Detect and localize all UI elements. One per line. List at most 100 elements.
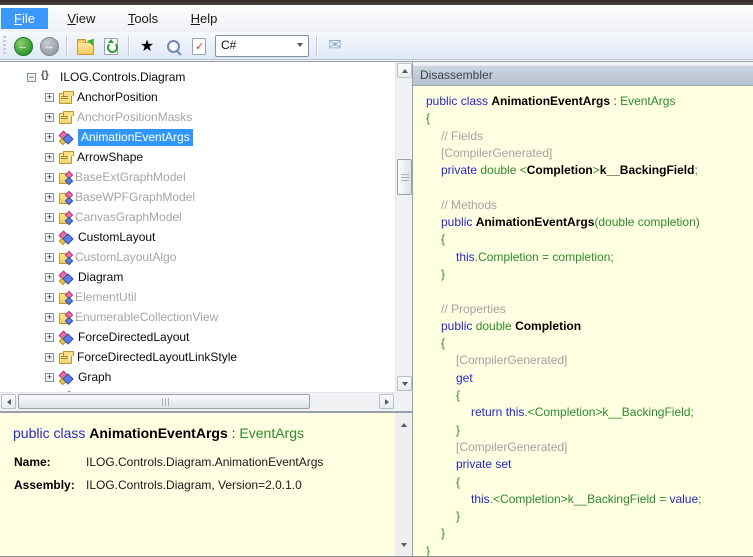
menu-item-tools[interactable]: Tools xyxy=(115,8,171,29)
scroll-right-button[interactable] xyxy=(379,394,394,409)
class-icon xyxy=(59,371,73,384)
code-token: AnimationEventArgs xyxy=(491,94,610,108)
scroll-up-button[interactable] xyxy=(397,63,412,78)
toolbar-grip-handle[interactable] xyxy=(3,36,6,55)
class-icon xyxy=(59,331,73,344)
tree-item-BaseExtGraphModel[interactable]: BaseExtGraphModel xyxy=(0,167,395,187)
tree-item-BaseWPFGraphModel[interactable]: BaseWPFGraphModel xyxy=(0,187,395,207)
refresh-button[interactable] xyxy=(99,34,123,58)
code-token: } xyxy=(441,526,445,540)
tree-item-Graph[interactable]: Graph xyxy=(0,367,395,387)
expander-plus-icon[interactable] xyxy=(45,113,54,122)
expander-plus-icon[interactable] xyxy=(45,353,54,362)
expander-plus-icon[interactable] xyxy=(45,93,54,102)
tree-vertical-scrollbar[interactable] xyxy=(395,62,412,392)
tree-item-CustomLayout[interactable]: CustomLayout xyxy=(0,227,395,247)
tree-item-ILOG.Controls.Diagram[interactable]: ILOG.Controls.Diagram xyxy=(0,67,395,87)
tree-item-CustomLayoutAlgo[interactable]: CustomLayoutAlgo xyxy=(0,247,395,267)
tree-item-AnchorPosition[interactable]: AnchorPosition xyxy=(0,87,395,107)
class-icon xyxy=(59,271,73,284)
code-token: { xyxy=(456,388,460,402)
scroll-left-button[interactable] xyxy=(1,394,16,409)
expander-plus-icon[interactable] xyxy=(45,213,54,222)
code-token: public class xyxy=(13,425,89,441)
code-line: } xyxy=(426,543,753,556)
tree-vscrollbar-thumb[interactable] xyxy=(397,159,412,195)
code-token: .Completion = completion; xyxy=(475,250,614,264)
enum-icon xyxy=(59,153,72,164)
details-vertical-scrollbar[interactable] xyxy=(395,413,412,556)
expander-plus-icon[interactable] xyxy=(45,373,54,382)
scroll-down-button[interactable] xyxy=(397,376,412,391)
details-scroll-down-button[interactable] xyxy=(396,537,411,552)
menu-item-view[interactable]: View xyxy=(54,8,108,29)
class-internal-icon xyxy=(59,253,70,264)
code-line: // Methods xyxy=(426,197,753,214)
code-token: private set xyxy=(456,457,511,471)
menu-item-tools-label: Tools xyxy=(128,8,158,29)
open-icon xyxy=(77,42,94,55)
code-line: { xyxy=(426,335,753,352)
code-token: > xyxy=(593,163,600,177)
code-token: { xyxy=(441,232,445,246)
code-token: private xyxy=(441,163,480,177)
details-scroll-up-button[interactable] xyxy=(396,417,411,432)
tree-item-label: CanvasGraphModel xyxy=(75,210,182,224)
class-icon xyxy=(59,231,73,244)
expander-plus-icon[interactable] xyxy=(45,293,54,302)
expander-plus-icon[interactable] xyxy=(45,173,54,182)
expander-plus-icon[interactable] xyxy=(45,133,54,142)
tree-item-label: CustomLayoutAlgo xyxy=(75,250,176,264)
tree-item-CanvasGraphModel[interactable]: CanvasGraphModel xyxy=(0,207,395,227)
tree-item-AnchorPositionMasks[interactable]: AnchorPositionMasks xyxy=(0,107,395,127)
search-button[interactable] xyxy=(161,34,185,58)
menu-item-help[interactable]: Help xyxy=(178,8,231,29)
code-view: public class AnimationEventArgs : EventA… xyxy=(413,86,753,556)
tree-item-Diagram[interactable]: Diagram xyxy=(0,267,395,287)
name-label: Name: xyxy=(14,451,86,474)
favorites-button[interactable]: ★ xyxy=(135,34,159,58)
tree-item-ArrowShape[interactable]: ArrowShape xyxy=(0,147,395,167)
open-assembly-button[interactable] xyxy=(73,34,97,58)
tree-item-label: ElementUtil xyxy=(75,290,136,304)
code-token: k__BackingField xyxy=(600,163,695,177)
expander-plus-icon[interactable] xyxy=(45,153,54,162)
expander-minus-icon[interactable] xyxy=(27,73,36,82)
expander-plus-icon[interactable] xyxy=(45,253,54,262)
forward-button[interactable]: → xyxy=(37,34,61,58)
code-line: } xyxy=(426,422,753,439)
expander-plus-icon[interactable] xyxy=(45,273,54,282)
assembly-value: ILOG.Controls.Diagram, Version=2.0.1.0 xyxy=(86,474,302,497)
tree-item-ForceDirectedLayout[interactable]: ForceDirectedLayout xyxy=(0,327,395,347)
code-line: [CompilerGenerated] xyxy=(426,352,753,369)
toolbar-separator xyxy=(316,36,318,56)
verify-button[interactable] xyxy=(187,34,211,58)
language-select[interactable]: C# xyxy=(215,35,309,57)
expander-plus-icon[interactable] xyxy=(45,233,54,242)
type-signature: public class AnimationEventArgs : EventA… xyxy=(0,413,412,441)
code-token: double completion xyxy=(598,215,695,229)
tree-horizontal-scrollbar[interactable] xyxy=(0,392,395,409)
expander-plus-icon[interactable] xyxy=(45,313,54,322)
chevron-down-icon[interactable] xyxy=(292,36,308,54)
back-button[interactable]: ← xyxy=(11,34,35,58)
tree-hscrollbar-thumb[interactable] xyxy=(18,394,310,409)
code-token: : xyxy=(228,425,240,441)
tree-item-AnimationEventArgs[interactable]: AnimationEventArgs xyxy=(0,127,395,147)
send-mail-button[interactable]: ✉ xyxy=(323,34,347,58)
code-token: return xyxy=(471,405,506,419)
expander-plus-icon[interactable] xyxy=(45,193,54,202)
tree-item-ElementUtil[interactable]: ElementUtil xyxy=(0,287,395,307)
code-token: .<Completion>k__BackingField = xyxy=(490,492,670,506)
code-token: ; xyxy=(698,492,701,506)
tree-item-EnumerableCollectionView[interactable]: EnumerableCollectionView xyxy=(0,307,395,327)
code-token: this xyxy=(506,405,525,419)
namespace-icon xyxy=(41,71,55,84)
code-token: Completion xyxy=(515,319,581,333)
code-line: private set xyxy=(426,456,753,473)
menu-item-file[interactable]: File xyxy=(1,8,48,29)
menu-bar: File View Tools Help xyxy=(0,5,753,32)
tree-item-ForceDirectedLayoutLinkStyle[interactable]: ForceDirectedLayoutLinkStyle xyxy=(0,347,395,367)
code-token: // Methods xyxy=(441,198,497,212)
expander-plus-icon[interactable] xyxy=(45,333,54,342)
